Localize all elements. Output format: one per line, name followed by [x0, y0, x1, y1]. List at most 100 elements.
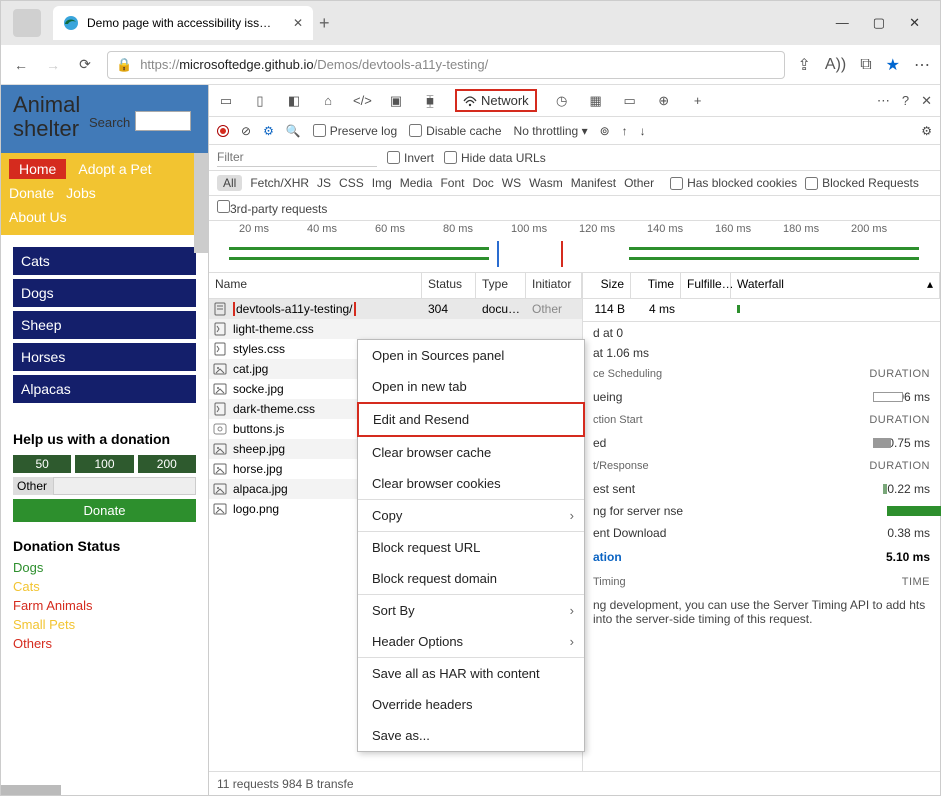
has-blocked-cookies-checkbox[interactable]: Has blocked cookies	[670, 176, 797, 190]
request-row[interactable]: light-theme.css	[209, 319, 582, 339]
donation-amount[interactable]: 50	[13, 455, 71, 473]
network-conditions-icon[interactable]: ⊚	[600, 124, 610, 138]
invert-checkbox[interactable]: Invert	[387, 151, 434, 165]
refresh-button[interactable]: ⟳	[75, 56, 95, 73]
filter-type[interactable]: Doc	[472, 176, 493, 190]
favorite-icon[interactable]: ★	[886, 55, 900, 75]
filter-type[interactable]: Font	[440, 176, 464, 190]
category-alpacas[interactable]: Alpacas	[13, 375, 196, 403]
col-initiator[interactable]: Initiator	[526, 273, 582, 298]
filter-type[interactable]: CSS	[339, 176, 364, 190]
filter-all[interactable]: All	[217, 175, 242, 191]
col-type[interactable]: Type	[476, 273, 526, 298]
context-menu-item[interactable]: Block request domain	[358, 563, 584, 594]
back-button[interactable]: ←	[11, 57, 31, 73]
context-menu-item[interactable]: Override headers	[358, 689, 584, 720]
device-icon[interactable]: ▯	[251, 93, 269, 109]
context-menu-item[interactable]: Copy	[358, 500, 584, 531]
filter-type[interactable]: JS	[317, 176, 331, 190]
new-tab-button[interactable]: +	[319, 13, 330, 34]
network-overview[interactable]: 20 ms40 ms60 ms80 ms100 ms120 ms140 ms16…	[209, 221, 940, 273]
category-cats[interactable]: Cats	[13, 247, 196, 275]
nav-adopt[interactable]: Adopt a Pet	[78, 159, 151, 179]
donation-amount[interactable]: 200	[138, 455, 196, 473]
filter-input[interactable]	[217, 149, 377, 167]
context-menu-item[interactable]: Open in new tab	[358, 371, 584, 402]
close-devtools-icon[interactable]: ✕	[921, 93, 932, 109]
donation-amount[interactable]: 100	[75, 455, 133, 473]
category-sheep[interactable]: Sheep	[13, 311, 196, 339]
help-icon[interactable]: ?	[902, 93, 909, 108]
url-field[interactable]: 🔒 https://microsoftedge.github.io/Demos/…	[107, 51, 785, 79]
throttling-dropdown[interactable]: No throttling ▾	[514, 124, 588, 138]
donate-button[interactable]: Donate	[13, 499, 196, 522]
context-menu-item[interactable]: Edit and Resend	[357, 402, 585, 437]
context-menu-item[interactable]: Open in Sources panel	[358, 340, 584, 371]
col-waterfall[interactable]: Waterfall▴	[731, 273, 940, 298]
nav-donate[interactable]: Donate	[9, 183, 54, 203]
nav-about[interactable]: About Us	[9, 207, 67, 227]
nav-home[interactable]: Home	[9, 159, 66, 179]
read-aloud-icon[interactable]: A))	[825, 56, 846, 74]
context-menu-item[interactable]: Header Options	[358, 626, 584, 657]
more-menu-icon[interactable]: ⋯	[914, 55, 930, 75]
search-input[interactable]	[135, 111, 191, 131]
col-name[interactable]: Name	[209, 273, 422, 298]
more-tabs-icon[interactable]: +	[689, 93, 707, 108]
minimize-button[interactable]: —	[836, 15, 849, 31]
network-settings-icon[interactable]: ⚙	[921, 124, 932, 138]
category-horses[interactable]: Horses	[13, 343, 196, 371]
page-scrollbar[interactable]	[194, 153, 208, 253]
application-icon[interactable]: ▭	[621, 93, 639, 109]
context-menu-item[interactable]: Clear browser cache	[358, 437, 584, 468]
security-icon[interactable]: ⊕	[655, 93, 673, 109]
disable-cache-checkbox[interactable]: Disable cache	[409, 124, 501, 138]
context-menu-item[interactable]: Save all as HAR with content	[358, 658, 584, 689]
record-button[interactable]	[217, 125, 229, 137]
filter-type[interactable]: Fetch/XHR	[250, 176, 309, 190]
context-menu-item[interactable]: Sort By	[358, 595, 584, 626]
third-party-checkbox[interactable]: 3rd-party requests	[217, 200, 327, 216]
filter-type[interactable]: Other	[624, 176, 654, 190]
context-menu-item[interactable]: Save as...	[358, 720, 584, 751]
col-status[interactable]: Status	[422, 273, 476, 298]
filter-toggle-icon[interactable]: ⚙	[263, 124, 274, 138]
collections-icon[interactable]: ⧉	[860, 56, 871, 74]
col-size[interactable]: Size	[583, 273, 631, 298]
inspect-icon[interactable]: ▭	[217, 93, 235, 109]
filter-type[interactable]: Wasm	[529, 176, 563, 190]
context-menu-item[interactable]: Clear browser cookies	[358, 468, 584, 499]
filter-type[interactable]: Media	[400, 176, 433, 190]
donation-other-input[interactable]	[53, 477, 196, 495]
filter-type[interactable]: Manifest	[571, 176, 616, 190]
clear-icon[interactable]: ⊘	[241, 124, 251, 138]
send-to-devices-icon[interactable]: ⇪	[797, 55, 810, 75]
filter-type[interactable]: Img	[372, 176, 392, 190]
devtools-more-icon[interactable]: ⋯	[877, 93, 890, 109]
blocked-requests-checkbox[interactable]: Blocked Requests	[805, 176, 919, 190]
category-dogs[interactable]: Dogs	[13, 279, 196, 307]
console-icon[interactable]: ▣	[387, 93, 405, 109]
memory-icon[interactable]: ▦	[587, 93, 605, 109]
network-tab[interactable]: Network	[455, 89, 537, 112]
performance-icon[interactable]: ◷	[553, 93, 571, 109]
import-har-icon[interactable]: ↑	[622, 124, 628, 138]
preserve-log-checkbox[interactable]: Preserve log	[313, 124, 397, 138]
col-time[interactable]: Time	[631, 273, 681, 298]
browser-tab[interactable]: Demo page with accessibility iss… ✕	[53, 6, 313, 40]
request-row[interactable]: devtools-a11y-testing/304docu…Other	[209, 299, 582, 319]
explanation-link[interactable]: ation	[593, 550, 622, 564]
close-window-button[interactable]: ✕	[909, 15, 920, 31]
close-tab-icon[interactable]: ✕	[293, 16, 303, 30]
search-icon[interactable]: 🔍	[286, 124, 301, 138]
sources-icon[interactable]: ⧯	[421, 93, 439, 109]
dock-icon[interactable]: ◧	[285, 93, 303, 109]
hide-data-urls-checkbox[interactable]: Hide data URLs	[444, 151, 546, 165]
elements-icon[interactable]: </>	[353, 93, 371, 108]
export-har-icon[interactable]: ↓	[640, 124, 646, 138]
profile-avatar[interactable]	[13, 9, 41, 37]
col-fulfilled[interactable]: Fulfille…	[681, 273, 731, 298]
nav-jobs[interactable]: Jobs	[66, 183, 96, 203]
page-h-scrollbar[interactable]	[1, 785, 61, 795]
context-menu-item[interactable]: Block request URL	[358, 532, 584, 563]
